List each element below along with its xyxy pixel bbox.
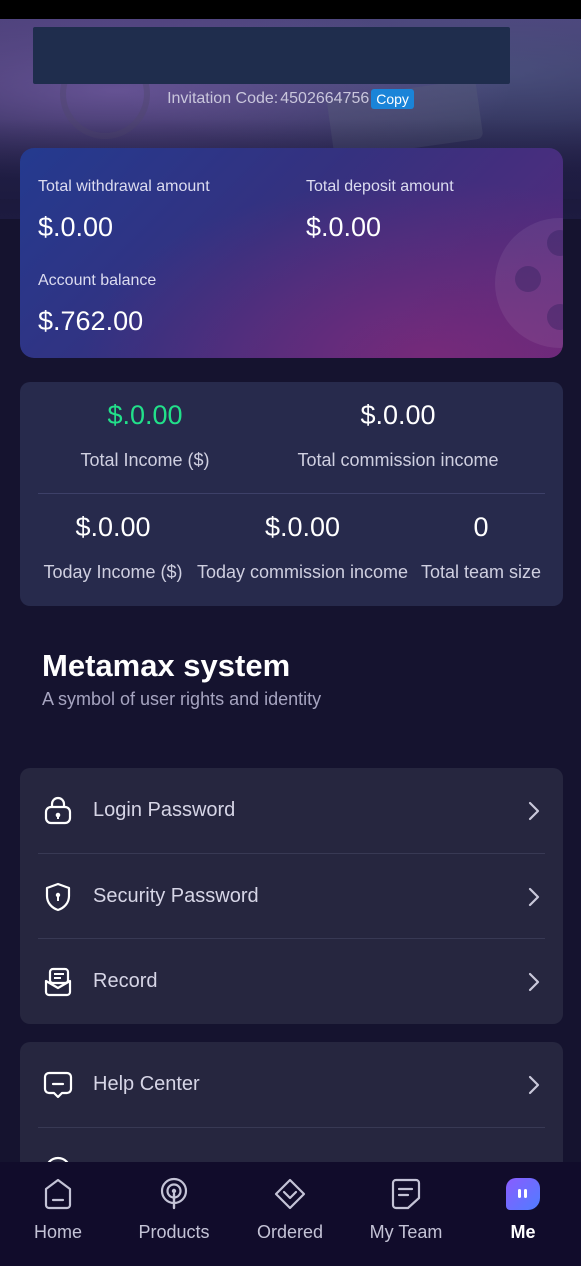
menu-label-login-password: Login Password [93, 799, 236, 821]
broadcast-icon [160, 1177, 188, 1210]
record-envelope-icon [44, 967, 72, 996]
help-chat-icon [43, 1071, 73, 1098]
copy-button[interactable]: Copy [371, 89, 414, 109]
account-balance-value: $.762.00 [38, 306, 144, 336]
home-icon [44, 1178, 72, 1210]
chevron-right-icon [528, 887, 540, 906]
menu-item-security-password[interactable]: Security Password [20, 854, 563, 939]
total-income-value: $.0.00 [107, 400, 183, 430]
income-stats-card: $.0.00 Total Income ($) $.0.00 Total com… [20, 382, 563, 606]
system-title: Metamax system [42, 648, 291, 683]
today-commission-value: $.0.00 [264, 512, 341, 542]
me-profile-icon [506, 1178, 540, 1210]
stats-divider [38, 493, 545, 494]
menu-item-login-password[interactable]: Login Password [20, 768, 563, 853]
tab-products[interactable]: Products [116, 1162, 232, 1266]
menu-item-record[interactable]: Record [20, 939, 563, 1024]
menu-label-help-center: Help Center [93, 1073, 200, 1095]
today-income-label: Today Income ($) [43, 562, 183, 582]
status-bar [0, 0, 581, 19]
system-subtitle: A symbol of user rights and identity [42, 689, 322, 709]
menu-label-security-password: Security Password [93, 885, 259, 907]
today-commission-label: Today commission income [196, 562, 409, 582]
today-income-value: $.0.00 [75, 512, 151, 542]
account-menu-card: Login Password Security Password Record [20, 768, 563, 1024]
account-balance-label: Account balance [38, 272, 157, 289]
tab-me[interactable]: Me [465, 1162, 581, 1266]
shield-icon [45, 882, 71, 911]
bottom-tab-bar: Home Products Ordered My Team Me [0, 1162, 581, 1266]
invitation-label: Invitation Code: [167, 90, 279, 107]
film-reel-icon [495, 218, 563, 348]
total-commission-value: $.0.00 [360, 400, 436, 430]
tab-ordered[interactable]: Ordered [232, 1162, 348, 1266]
tab-label-home: Home [33, 1222, 82, 1242]
tab-my-team[interactable]: My Team [348, 1162, 464, 1266]
diamond-icon [274, 1178, 306, 1210]
withdrawal-label: Total withdrawal amount [38, 178, 210, 195]
chevron-right-icon [528, 1075, 540, 1094]
team-size-label: Total team size [420, 562, 542, 582]
tab-label-me: Me [510, 1222, 536, 1242]
chevron-right-icon [528, 801, 540, 820]
menu-label-record: Record [93, 970, 158, 992]
invitation-row: Invitation Code: 4502664756 Copy [0, 88, 581, 110]
header-banner [33, 27, 510, 84]
balance-card: Total withdrawal amount $.0.00 Total dep… [20, 148, 563, 358]
team-size-value: 0 [473, 512, 489, 542]
tab-home[interactable]: Home [0, 1162, 116, 1266]
document-icon [391, 1178, 421, 1210]
total-income-label: Total Income ($) [80, 450, 210, 470]
deposit-label: Total deposit amount [306, 178, 454, 195]
deposit-value: $.0.00 [306, 212, 382, 242]
tab-label-products: Products [138, 1222, 210, 1242]
total-commission-label: Total commission income [297, 450, 499, 470]
tab-label-ordered: Ordered [256, 1222, 324, 1242]
lock-icon [44, 796, 72, 824]
invitation-code: 4502664756 [280, 90, 370, 107]
menu-item-help-center[interactable]: Help Center [20, 1042, 563, 1127]
tab-label-my-team: My Team [369, 1222, 443, 1242]
withdrawal-value: $.0.00 [38, 212, 114, 242]
chevron-right-icon [528, 972, 540, 991]
